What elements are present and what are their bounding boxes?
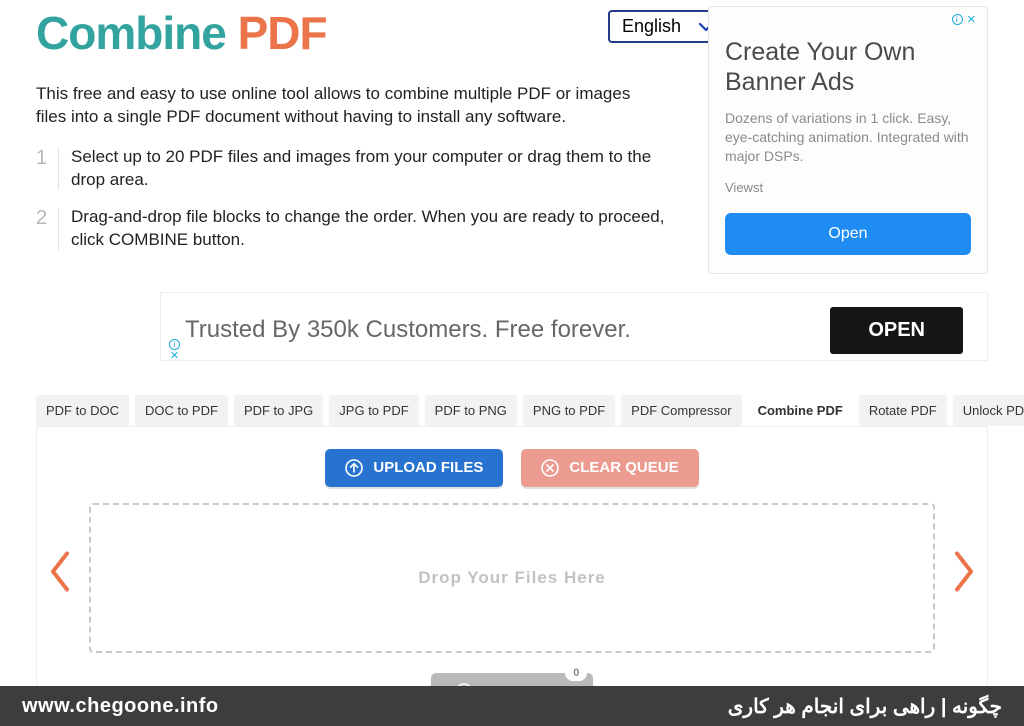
tab-combine-pdf[interactable]: Combine PDF <box>748 395 853 426</box>
footer-url: www.chegoone.info <box>22 695 219 718</box>
instruction-step: 2 Drag-and-drop file blocks to change th… <box>36 206 688 252</box>
info-icon: i <box>952 14 963 25</box>
page-description: This free and easy to use online tool al… <box>36 83 636 129</box>
logo-part2: PDF <box>238 7 327 59</box>
ad-body: Dozens of variations in 1 click. Easy, e… <box>725 109 971 166</box>
close-icon[interactable]: ✕ <box>170 350 179 363</box>
tab-pdf-to-png[interactable]: PDF to PNG <box>425 395 517 426</box>
step-number: 2 <box>36 206 58 252</box>
sidebar-ad: i ✕ Create Your Own Banner Ads Dozens of… <box>708 6 988 274</box>
drop-text: Drop Your Files Here <box>418 568 606 588</box>
upload-icon <box>345 459 363 477</box>
logo-part1: Combine <box>36 7 238 59</box>
tab-unlock-pdf[interactable]: Unlock PDF <box>953 395 1024 426</box>
work-area: UPLOAD FILES CLEAR QUEUE Drop Your Files… <box>36 426 988 721</box>
combine-count-badge: 0 <box>565 665 587 681</box>
close-icon[interactable]: ✕ <box>967 13 977 26</box>
info-icon: i <box>169 339 180 350</box>
clear-queue-button[interactable]: CLEAR QUEUE <box>521 449 698 487</box>
tab-doc-to-pdf[interactable]: DOC to PDF <box>135 395 228 426</box>
banner-ad: i ✕ Trusted By 350k Customers. Free fore… <box>160 292 988 361</box>
banner-ad-text: Trusted By 350k Customers. Free forever. <box>185 316 830 344</box>
file-drop-area[interactable]: Drop Your Files Here <box>89 503 935 653</box>
clear-icon <box>541 459 559 477</box>
ad-open-button[interactable]: Open <box>725 213 971 255</box>
prev-arrow[interactable] <box>47 549 73 598</box>
tab-rotate-pdf[interactable]: Rotate PDF <box>859 395 947 426</box>
language-select[interactable]: English <box>608 10 723 43</box>
tab-pdf-compressor[interactable]: PDF Compressor <box>621 395 741 426</box>
page-footer: www.chegoone.info چگونه | راهی برای انجا… <box>0 686 1024 726</box>
tool-tabs: PDF to DOCDOC to PDFPDF to JPGJPG to PDF… <box>36 395 988 426</box>
banner-ad-open-button[interactable]: OPEN <box>830 307 963 354</box>
ad-badge[interactable]: i ✕ <box>169 339 180 363</box>
next-arrow[interactable] <box>951 549 977 598</box>
footer-tagline: چگونه | راهی برای انجام هر کاری <box>728 694 1002 719</box>
tab-jpg-to-pdf[interactable]: JPG to PDF <box>329 395 418 426</box>
step-number: 1 <box>36 146 58 192</box>
instructions-list: 1 Select up to 20 PDF files and images f… <box>36 146 688 252</box>
clear-label: CLEAR QUEUE <box>569 459 678 476</box>
step-text: Select up to 20 PDF files and images fro… <box>59 146 688 192</box>
instruction-step: 1 Select up to 20 PDF files and images f… <box>36 146 688 192</box>
upload-files-button[interactable]: UPLOAD FILES <box>325 449 503 487</box>
ad-badge[interactable]: i ✕ <box>952 13 977 26</box>
tab-pdf-to-jpg[interactable]: PDF to JPG <box>234 395 323 426</box>
site-logo: Combine PDF <box>36 8 688 59</box>
ad-brand: Viewst <box>725 180 971 195</box>
language-selected: English <box>622 16 681 37</box>
tab-pdf-to-doc[interactable]: PDF to DOC <box>36 395 129 426</box>
upload-label: UPLOAD FILES <box>373 459 483 476</box>
tab-png-to-pdf[interactable]: PNG to PDF <box>523 395 615 426</box>
ad-title: Create Your Own Banner Ads <box>725 37 971 97</box>
step-text: Drag-and-drop file blocks to change the … <box>59 206 688 252</box>
